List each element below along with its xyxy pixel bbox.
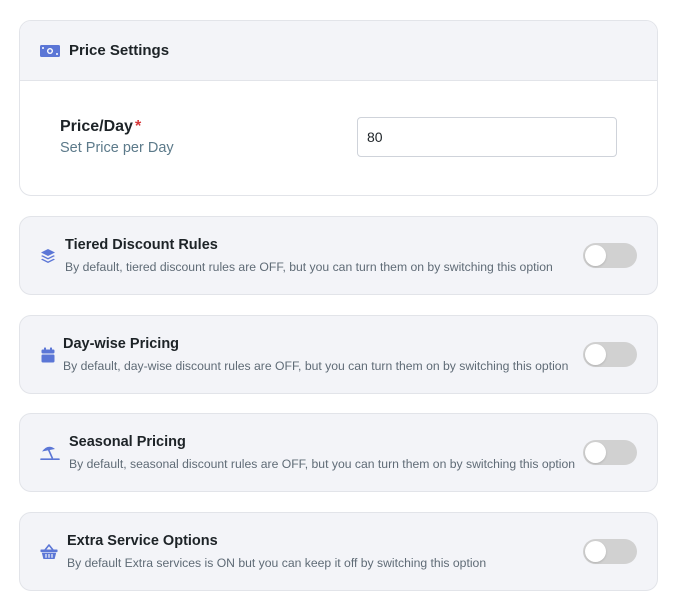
beach-umbrella-icon bbox=[40, 445, 60, 461]
day-wise-pricing-title: Day-wise Pricing bbox=[63, 336, 180, 352]
price-settings-header: Price Settings bbox=[20, 21, 657, 81]
toggle-knob bbox=[585, 442, 606, 463]
seasonal-pricing-toggle[interactable] bbox=[583, 440, 637, 465]
tiered-discount-title: Tiered Discount Rules bbox=[65, 237, 218, 253]
seasonal-pricing-card: Seasonal Pricing By default, seasonal di… bbox=[19, 413, 658, 492]
seasonal-pricing-title: Seasonal Pricing bbox=[69, 434, 186, 450]
toggle-knob bbox=[585, 541, 606, 562]
required-mark: * bbox=[134, 118, 142, 135]
toggle-knob bbox=[585, 344, 606, 365]
money-bill-icon bbox=[40, 44, 60, 57]
extra-service-description: By default Extra services is ON but you … bbox=[67, 556, 487, 570]
basket-icon bbox=[40, 544, 58, 560]
tiered-discount-card: Tiered Discount Rules By default, tiered… bbox=[19, 216, 658, 295]
day-wise-pricing-description: By default, day-wise discount rules are … bbox=[63, 359, 569, 373]
layers-icon bbox=[40, 248, 56, 264]
extra-service-card: Extra Service Options By default Extra s… bbox=[19, 512, 658, 591]
toggle-knob bbox=[585, 245, 606, 266]
extra-service-title: Extra Service Options bbox=[67, 533, 218, 549]
day-wise-pricing-toggle[interactable] bbox=[583, 342, 637, 367]
price-per-day-input[interactable] bbox=[357, 117, 617, 157]
seasonal-pricing-description: By default, seasonal discount rules are … bbox=[69, 457, 576, 471]
extra-service-toggle[interactable] bbox=[583, 539, 637, 564]
tiered-discount-toggle[interactable] bbox=[583, 243, 637, 268]
day-wise-pricing-card: Day-wise Pricing By default, day-wise di… bbox=[19, 315, 658, 394]
calendar-icon bbox=[40, 347, 56, 363]
price-settings-card: Price Settings Price/Day * Set Price per … bbox=[19, 20, 658, 196]
tiered-discount-description: By default, tiered discount rules are OF… bbox=[65, 260, 553, 274]
price-field-label: Price/Day bbox=[60, 118, 133, 135]
price-settings-title: Price Settings bbox=[69, 42, 170, 59]
